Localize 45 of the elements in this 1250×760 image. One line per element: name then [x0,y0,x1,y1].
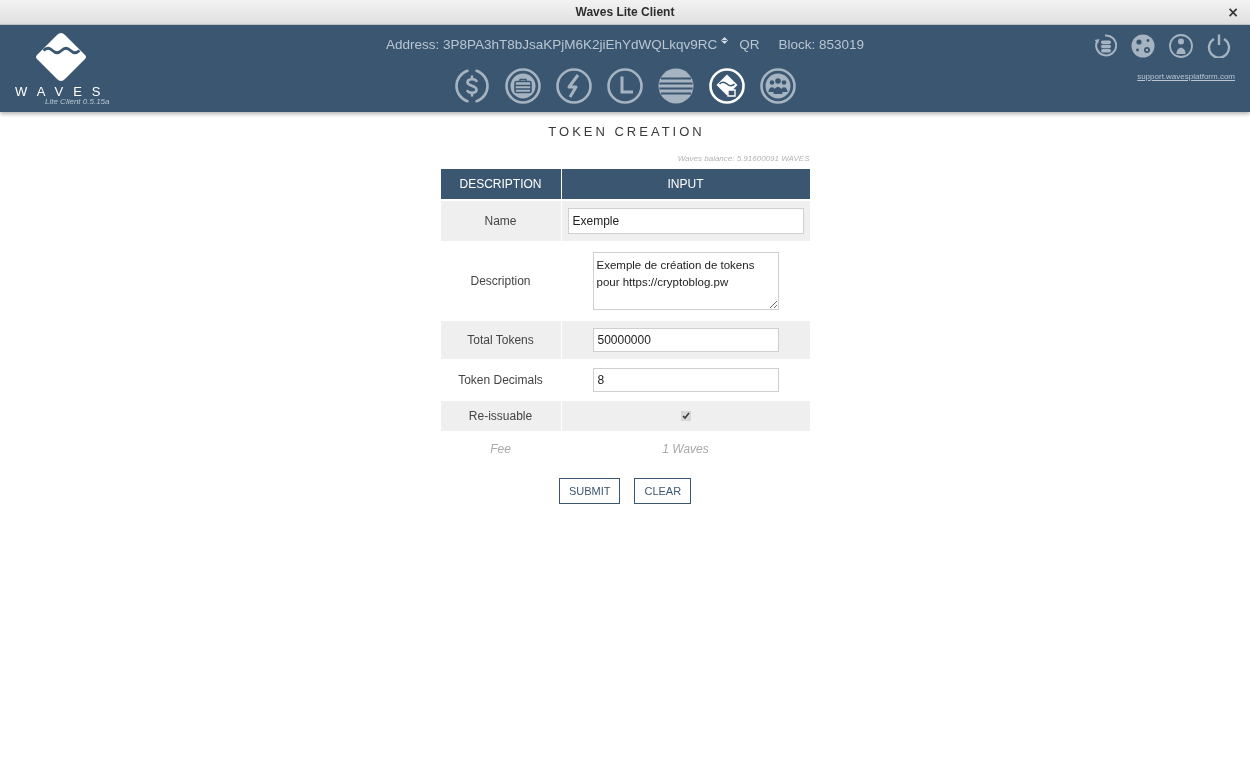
people-icon [760,68,796,104]
header-action-button[interactable] [1207,34,1231,58]
nav-tab[interactable] [556,68,592,104]
table-cell: Re-issuable [440,401,561,431]
database-sync-icon [1093,34,1117,58]
logo-wordmark: WAVES [15,85,111,98]
input-field[interactable]: Exemple [567,208,804,234]
column-header: DESCRIPTION [440,169,561,199]
diamond-icon[interactable] [721,37,729,44]
table-cell: Total Tokens [440,321,561,359]
nav-tab[interactable] [454,68,490,104]
page-title: TOKEN CREATION [548,124,705,139]
lightning-icon [556,68,592,104]
power-icon [1207,34,1231,58]
clear-button[interactable]: CLEAR [634,478,692,504]
column-header: INPUT [561,169,810,199]
close-button[interactable]: × [1225,5,1241,19]
window-title: Waves Lite Client [575,5,675,19]
header-action-button[interactable] [1131,34,1155,58]
nav-tab[interactable] [658,68,694,104]
diamond-token-icon [709,68,745,104]
globe-gears-icon [1131,34,1155,58]
input-field[interactable]: 50000000 [592,328,779,352]
diamond-logo [34,32,88,84]
header-action-button[interactable] [1169,34,1193,58]
header-action-button[interactable] [1093,34,1117,58]
textarea-field[interactable]: Exemple de création de tokens pour https://cryptoblog.pw [592,252,779,310]
nav-tab[interactable] [505,68,541,104]
dollar-icon [454,68,490,104]
submit-button[interactable]: SUBMIT [558,478,621,504]
version-text: Lite Client 0.5.15a [45,97,110,106]
support-link[interactable]: support.wavesplatform.com [1137,72,1235,82]
user-icon [1169,34,1193,58]
qr-link[interactable]: QR [739,36,760,54]
nav-tab[interactable] [607,68,643,104]
checkbox[interactable] [680,411,691,421]
fee-value: 1 Waves [662,442,709,456]
block-height-text: Block: 853019 [778,36,865,54]
striped-disc-icon [658,68,694,104]
address-text: Address: 3P8PA3hT8bJsaKPjM6K2jiEhYdWQLkqv9RC [385,36,718,54]
briefcase-icon [505,68,541,104]
balance-text: Waves balance: 5.91600091 WAVES [677,154,810,164]
table-cell: Name [440,201,561,241]
input-field[interactable]: 8 [592,368,779,392]
nav-tab[interactable] [760,68,796,104]
